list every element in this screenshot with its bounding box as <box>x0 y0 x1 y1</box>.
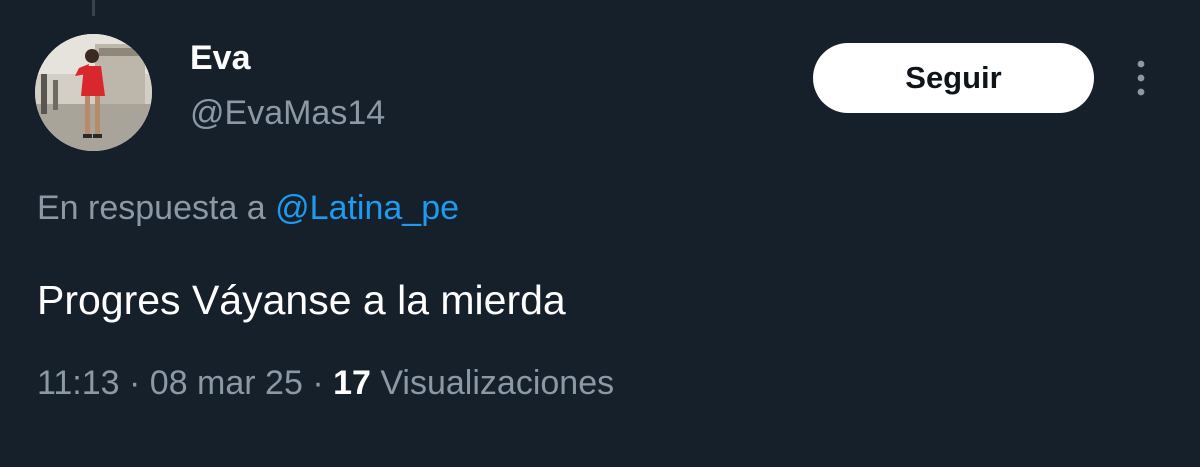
avatar-photo <box>35 34 152 151</box>
tweet-text: Progres Váyanse a la mierda <box>37 277 566 323</box>
reply-context: En respuesta a @Latina_pe <box>37 186 459 230</box>
author-display-name[interactable]: Eva <box>190 38 251 78</box>
meta-separator: · <box>119 364 150 402</box>
author-handle[interactable]: @EvaMas14 <box>190 92 385 134</box>
meta-separator: · <box>302 364 334 402</box>
more-vertical-icon[interactable] <box>1127 58 1155 100</box>
views-label[interactable]: Visualizaciones <box>371 364 614 402</box>
thread-connector-line <box>92 0 95 16</box>
reply-to-handle-link[interactable]: @Latina_pe <box>275 189 459 227</box>
tweet-time[interactable]: 11:13 <box>37 364 120 402</box>
views-count[interactable]: 17 <box>333 364 371 402</box>
avatar[interactable] <box>35 34 152 151</box>
tweet-date[interactable]: 08 mar 25 <box>150 364 303 402</box>
tweet-meta: 11:13 · 08 mar 25 · 17 Visualizaciones <box>37 361 614 405</box>
reply-prefix: En respuesta a <box>37 189 276 227</box>
tweet-card: Eva @EvaMas14 Seguir En respuesta a @Lat… <box>0 0 1200 467</box>
follow-button[interactable]: Seguir <box>813 43 1094 113</box>
